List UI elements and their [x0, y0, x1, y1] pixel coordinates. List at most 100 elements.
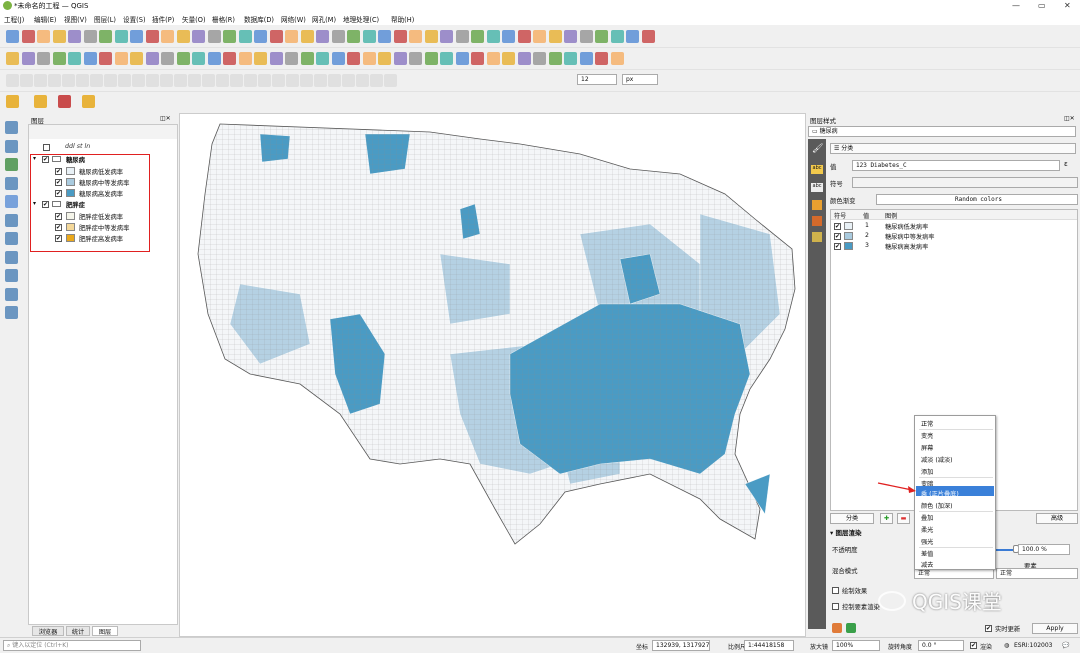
toolbar-tool-icon[interactable]	[378, 30, 391, 43]
toolbar-tool-icon[interactable]	[176, 30, 190, 43]
crs-globe-icon[interactable]: ◍	[1004, 642, 1009, 649]
toolbar-tool-icon[interactable]	[610, 52, 624, 65]
diagram-icon[interactable]	[812, 232, 822, 242]
toolbar-tool-icon[interactable]	[207, 52, 221, 65]
toolbar-tool-icon[interactable]	[286, 74, 299, 87]
menu-item[interactable]: 栅格(R)	[212, 14, 235, 24]
filter-checkbox[interactable]	[43, 144, 50, 151]
apply-button[interactable]: Apply	[1032, 623, 1078, 634]
unit-select[interactable]: px	[622, 74, 658, 85]
3d-view-icon[interactable]	[812, 200, 822, 210]
toolbar-tool-icon[interactable]	[347, 30, 360, 43]
menu-item[interactable]: 矢量(O)	[182, 14, 206, 24]
toolbar-tool-icon[interactable]	[300, 30, 314, 43]
toolbar-tool-icon[interactable]	[471, 52, 484, 65]
maximize-button[interactable]: ▭	[1038, 1, 1046, 10]
toolbar-tool-icon[interactable]	[285, 52, 298, 65]
blend-mode-option[interactable]: 柔光	[921, 525, 933, 534]
toolbar-tool-icon[interactable]	[316, 30, 329, 43]
toolbar-tool-icon[interactable]	[517, 52, 531, 65]
map-canvas[interactable]	[179, 113, 806, 637]
class-row[interactable]: ✔ 3 糖尿病高发病率	[831, 242, 1077, 252]
toolbar-tool-icon[interactable]	[238, 52, 252, 65]
blend-mode-option[interactable]: 屏幕	[921, 443, 933, 452]
toolbar-tool-icon[interactable]	[52, 30, 66, 43]
redo-icon[interactable]	[846, 623, 856, 633]
toolbar-tool-icon[interactable]	[424, 52, 438, 65]
toolbar-tool-icon[interactable]	[362, 30, 376, 43]
toolbar-tool-icon[interactable]	[502, 30, 515, 43]
toolbar-tool-icon[interactable]	[356, 74, 369, 87]
add-layer-icon[interactable]	[5, 139, 18, 153]
toolbar-tool-icon[interactable]	[486, 52, 500, 65]
render-checkbox[interactable]: ✔	[970, 642, 977, 649]
toolbar-tool-icon[interactable]	[176, 52, 190, 65]
toolbar-tool-icon[interactable]	[223, 52, 236, 65]
opacity-slider[interactable]	[996, 549, 1014, 551]
toolbar-tool-icon[interactable]	[486, 30, 500, 43]
blend-mode-option[interactable]: 差值	[921, 549, 933, 558]
menu-item[interactable]: 图层(L)	[94, 14, 116, 24]
add-layer-icon[interactable]	[5, 250, 18, 264]
menu-item[interactable]: 地理处理(C)	[343, 14, 379, 24]
layer-rendering-section[interactable]: ▾ 图层渲染	[830, 527, 862, 537]
paintbrush-icon[interactable]: 🖌	[812, 144, 823, 154]
menu-item[interactable]: 工程(J)	[4, 14, 24, 24]
toolbar-tool-icon[interactable]	[37, 52, 50, 65]
toolbar-tool-icon[interactable]	[161, 30, 174, 43]
blend-mode-option[interactable]: 颜色 (加深)	[921, 501, 953, 510]
toolbar-tool-icon[interactable]	[223, 30, 236, 43]
add-layer-icon[interactable]	[5, 195, 18, 208]
layer-select[interactable]: ▭ 糖尿病	[808, 126, 1076, 137]
toolbar-tool-icon[interactable]	[254, 30, 267, 43]
class-row[interactable]: ✔ 1 糖尿病低发病率	[831, 222, 1077, 232]
minimize-button[interactable]: —	[1012, 1, 1020, 10]
toolbar-tool-icon[interactable]	[370, 74, 383, 87]
class-row[interactable]: ✔ 2 糖尿病中等发病率	[831, 232, 1077, 242]
select-tool-icon[interactable]	[58, 95, 71, 108]
panel-tab[interactable]: 图层	[92, 626, 118, 636]
toolbar-tool-icon[interactable]	[409, 30, 422, 43]
close-button[interactable]: ✕	[1064, 1, 1071, 10]
toolbar-tool-icon[interactable]	[285, 30, 298, 43]
select-tool-icon[interactable]	[82, 95, 95, 108]
undo-icon[interactable]	[832, 623, 842, 633]
toolbar-tool-icon[interactable]	[548, 30, 562, 43]
menu-item[interactable]: 视图(V)	[64, 14, 87, 24]
toolbar-tool-icon[interactable]	[37, 30, 50, 43]
toolbar-tool-icon[interactable]	[564, 30, 577, 43]
toolbar-tool-icon[interactable]	[269, 52, 283, 65]
toolbar-tool-icon[interactable]	[83, 52, 97, 65]
crs-label[interactable]: ESRI:102003	[1014, 642, 1052, 649]
renderer-select[interactable]: ☰ 分类	[830, 143, 1076, 154]
add-layer-icon[interactable]	[5, 213, 18, 227]
mask-icon[interactable]	[812, 216, 822, 226]
blend-mode-dropdown[interactable]: 正常 变亮 屏幕 减淡 (减淡) 添加 变暗乘 (正片叠底) 颜色 (加深) 叠加 柔光 强光 差值…	[914, 415, 996, 570]
toolbar-tool-icon[interactable]	[20, 74, 33, 87]
toolbar-tool-icon[interactable]	[160, 74, 173, 87]
blend-mode-option[interactable]: 减去	[921, 560, 933, 569]
live-update-checkbox[interactable]: ✔	[985, 625, 992, 632]
toolbar-tool-icon[interactable]	[641, 30, 655, 43]
toolbar-tool-icon[interactable]	[230, 74, 243, 87]
toolbar-tool-icon[interactable]	[62, 74, 75, 87]
toolbar-tool-icon[interactable]	[21, 52, 35, 65]
add-class-button[interactable]: ✚	[880, 513, 893, 524]
toolbar-tool-icon[interactable]	[331, 52, 345, 65]
toolbar-tool-icon[interactable]	[595, 30, 608, 43]
toolbar-tool-icon[interactable]	[564, 52, 577, 65]
toolbar-tool-icon[interactable]	[76, 74, 89, 87]
toolbar-tool-icon[interactable]	[6, 30, 19, 43]
toolbar-tool-icon[interactable]	[440, 52, 453, 65]
toolbar-tool-icon[interactable]	[502, 52, 515, 65]
toolbar-tool-icon[interactable]	[238, 30, 252, 43]
labels-rule-icon[interactable]: abc	[811, 183, 823, 192]
toolbar-tool-icon[interactable]	[424, 30, 438, 43]
menu-item[interactable]: 编辑(E)	[34, 14, 57, 24]
scale-input[interactable]: 1:44418158	[744, 640, 794, 651]
select-tool-icon[interactable]	[6, 95, 19, 108]
add-layer-icon[interactable]	[5, 121, 18, 134]
add-layer-icon[interactable]	[5, 158, 18, 171]
toolbar-tool-icon[interactable]	[99, 52, 112, 65]
toolbar-tool-icon[interactable]	[68, 30, 81, 43]
